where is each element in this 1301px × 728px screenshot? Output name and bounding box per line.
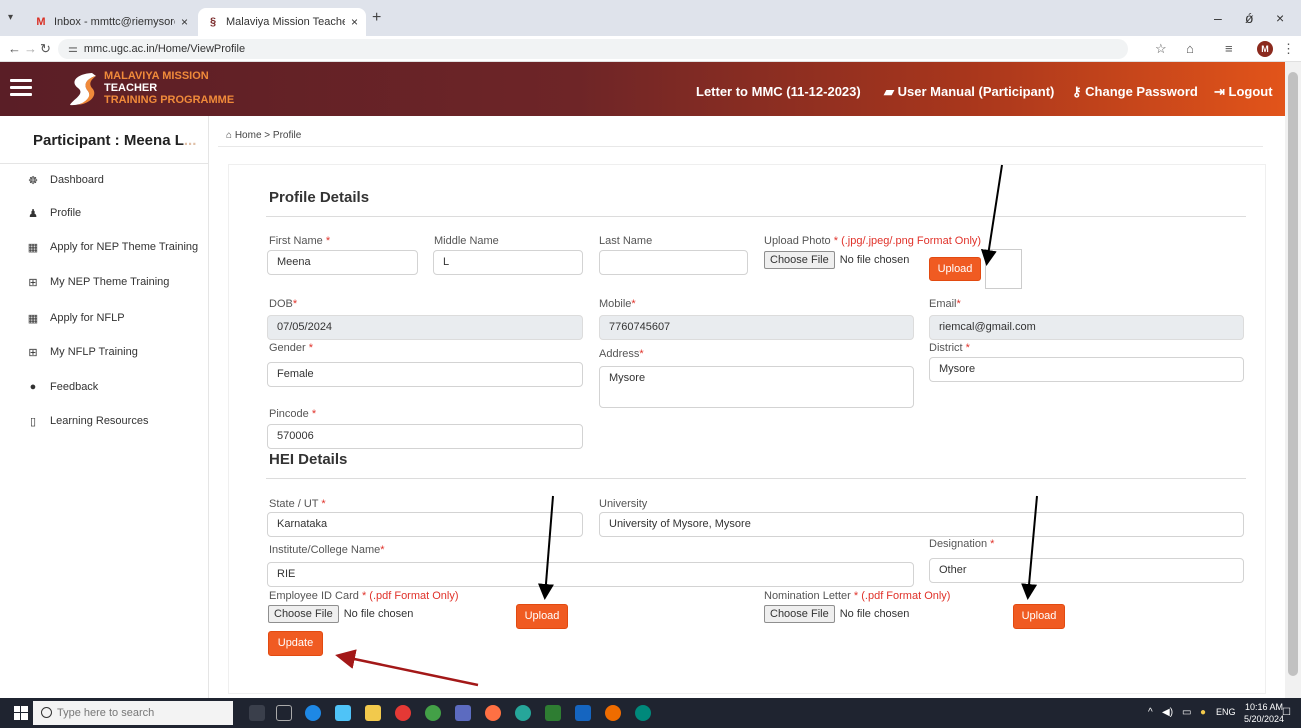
windows-start-icon[interactable]	[14, 706, 28, 720]
excel-icon[interactable]	[545, 705, 561, 721]
search-icon	[41, 707, 52, 718]
chrome-app-icon-3[interactable]	[635, 705, 651, 721]
chrome-icon[interactable]	[395, 705, 411, 721]
arrow-to-update	[335, 649, 479, 687]
network-icon[interactable]: ▭	[1182, 707, 1191, 718]
chrome-profile-icon[interactable]	[425, 705, 441, 721]
notifications-icon[interactable]: ☐	[1282, 707, 1291, 718]
mic-icon[interactable]	[249, 705, 265, 721]
store-icon[interactable]	[365, 705, 381, 721]
clock-time: 10:16 AM	[1245, 702, 1284, 712]
volume-icon[interactable]: ◀)	[1162, 707, 1173, 718]
windows-taskbar: Type here to search ^ ◀) ▭ ● ENG 10:16 A…	[0, 698, 1301, 728]
taskbar-clock[interactable]: 10:16 AM 5/20/2024	[1244, 701, 1284, 725]
taskbar-search[interactable]: Type here to search	[33, 701, 233, 725]
tray-chevron-icon[interactable]: ^	[1148, 707, 1153, 718]
arrow-to-employee-upload	[537, 495, 554, 600]
annotation-arrows	[335, 164, 1038, 687]
firefox-icon[interactable]	[485, 705, 501, 721]
file-explorer-icon[interactable]	[335, 705, 351, 721]
search-placeholder: Type here to search	[57, 707, 155, 719]
chrome-app-icon-2[interactable]	[605, 705, 621, 721]
word-icon[interactable]	[575, 705, 591, 721]
language-indicator[interactable]: ENG	[1216, 707, 1236, 717]
arrow-to-nomination-upload	[1021, 495, 1038, 600]
arrow-to-photo-upload	[980, 164, 1003, 266]
chrome-tray-icon[interactable]: ●	[1200, 707, 1206, 718]
clock-date: 5/20/2024	[1244, 714, 1285, 724]
chrome-app-icon[interactable]	[515, 705, 531, 721]
edge-icon[interactable]	[305, 705, 321, 721]
teams-icon[interactable]	[455, 705, 471, 721]
task-view-icon[interactable]	[276, 705, 292, 721]
